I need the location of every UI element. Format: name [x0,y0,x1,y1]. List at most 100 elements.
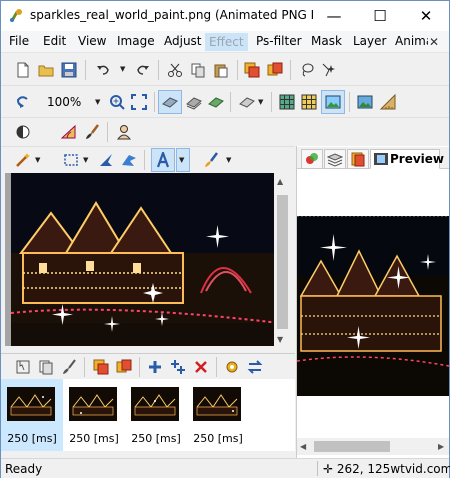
delete-frame-icon[interactable] [193,359,209,375]
duplicate-frame-icon[interactable] [170,359,186,375]
background-dropdown-icon[interactable]: ▼ [258,98,263,106]
frame-item-4[interactable]: 250 [ms] [187,379,249,451]
film-icon [374,153,388,165]
redo-icon[interactable] [135,62,151,78]
app-window: sparkles_real_world_paint.png (Animated … [0,0,450,478]
crescent-icon[interactable] [38,124,54,140]
watermark-text: wtvid.com [390,462,450,476]
frame-settings-icon[interactable] [224,359,240,375]
scroll-left-icon[interactable]: ◀ [300,442,306,451]
cut-icon[interactable] [167,62,183,78]
move-tool-icon[interactable] [98,152,114,168]
magic-lasso-icon[interactable] [321,62,337,78]
frame-merge-icon[interactable] [116,359,132,375]
menu-image[interactable]: Image [117,34,155,51]
zoom-combo[interactable]: 100% [47,95,81,109]
frame-layers-icon[interactable] [93,359,109,375]
rect-select-icon[interactable] [63,152,79,168]
toolbar-separator [144,150,145,170]
frame-select-icon[interactable] [15,359,31,375]
text-dropdown-icon: ▼ [179,156,185,164]
user-mask-icon[interactable] [116,124,132,140]
frame-copy-icon[interactable] [38,359,54,375]
frame-thumbnail [131,387,179,421]
grid-icon[interactable] [279,94,295,110]
minimize-button[interactable]: — [311,1,357,31]
scroll-down-icon[interactable]: ▼ [277,335,283,344]
background-view-icon[interactable] [239,94,255,110]
toolbar-separator [85,60,86,80]
undo-icon[interactable] [95,62,111,78]
menu-animation[interactable]: Anima [395,34,428,51]
text-tool-dropdown[interactable]: ▼ [176,148,190,172]
menu-effect[interactable]: Effect [205,33,248,51]
canvas-scroll-thumb[interactable] [277,195,288,329]
save-disk-icon[interactable] [61,62,77,78]
ruler-icon[interactable] [380,94,396,110]
contrast-icon[interactable] [15,124,31,140]
copy-icon[interactable] [190,62,206,78]
text-tool-button[interactable] [151,148,175,172]
toolbar-separator [237,60,238,80]
wand-dropdown-icon[interactable]: ▼ [35,156,40,164]
zoom-dropdown-icon[interactable]: ▼ [95,98,100,106]
scroll-right-icon[interactable]: ▶ [438,442,444,451]
toolbar-separator [158,60,159,80]
menu-file[interactable]: File [9,34,29,51]
frame-delay-label: 250 [ms] [69,432,119,445]
undo-dropdown-icon[interactable]: ▼ [120,65,125,73]
menu-edit[interactable]: Edit [43,34,66,51]
scroll-up-icon[interactable]: ▲ [277,177,283,186]
frame-item-3[interactable]: 250 [ms] [125,379,187,451]
zoom-in-icon[interactable] [109,94,125,110]
preview-tab-label: Preview [390,152,445,166]
merge-layers-icon[interactable] [267,62,283,78]
add-frame-icon[interactable] [147,359,163,375]
lasso-icon[interactable] [299,62,315,78]
status-separator [317,461,318,476]
history-icon [351,152,365,167]
magic-wand-icon[interactable] [15,152,31,168]
tab-layers[interactable] [324,149,346,169]
show-image-toggle[interactable] [321,90,345,114]
maximize-button[interactable]: ☐ [357,1,403,31]
brush-dropdown-icon[interactable]: ▼ [226,156,231,164]
paint-brush-icon[interactable] [203,152,219,168]
new-file-icon[interactable] [15,62,31,78]
close-window-button[interactable]: ✕ [403,1,449,31]
toolbar-separator [107,122,108,142]
layers-icon[interactable] [244,62,260,78]
transform-tool-icon[interactable] [121,152,137,168]
select-dropdown-icon[interactable]: ▼ [83,156,88,164]
layers-stack-icon [327,153,343,167]
menu-adjust[interactable]: Adjust [164,34,202,51]
rotate-left-icon[interactable] [15,94,31,110]
tab-color[interactable] [301,149,323,169]
frame-item-2[interactable]: 250 [ms] [63,379,125,451]
picture-icon[interactable] [357,94,373,110]
view-mode-active[interactable] [158,90,182,114]
tile-view-icon[interactable] [208,94,224,110]
menu-ps-filter[interactable]: Ps-filter [256,34,302,51]
tab-preview[interactable]: Preview [370,149,444,169]
frame-reorder-icon[interactable] [247,359,263,375]
menu-layer[interactable]: Layer [353,34,386,51]
toolbar-adjust [1,117,449,145]
protractor-icon[interactable] [61,124,77,140]
frame-paste-icon[interactable] [61,359,77,375]
open-folder-icon[interactable] [38,62,54,78]
frame-thumbnail [69,387,117,421]
frame-item-1[interactable]: 250 [ms] [1,379,63,451]
grid-color-icon[interactable] [301,94,317,110]
image-canvas[interactable] [5,173,291,346]
paste-icon[interactable] [213,62,229,78]
close-document-icon[interactable]: ✕ [429,35,439,49]
preview-scroll-thumb[interactable] [314,441,390,452]
stack-view-icon[interactable] [186,94,202,110]
menu-view[interactable]: View [78,34,106,51]
fit-to-window-icon[interactable] [131,94,147,110]
toolbar-separator [84,357,85,377]
menu-mask[interactable]: Mask [311,34,342,51]
brush-icon[interactable] [84,124,100,140]
tab-history[interactable] [347,149,369,169]
